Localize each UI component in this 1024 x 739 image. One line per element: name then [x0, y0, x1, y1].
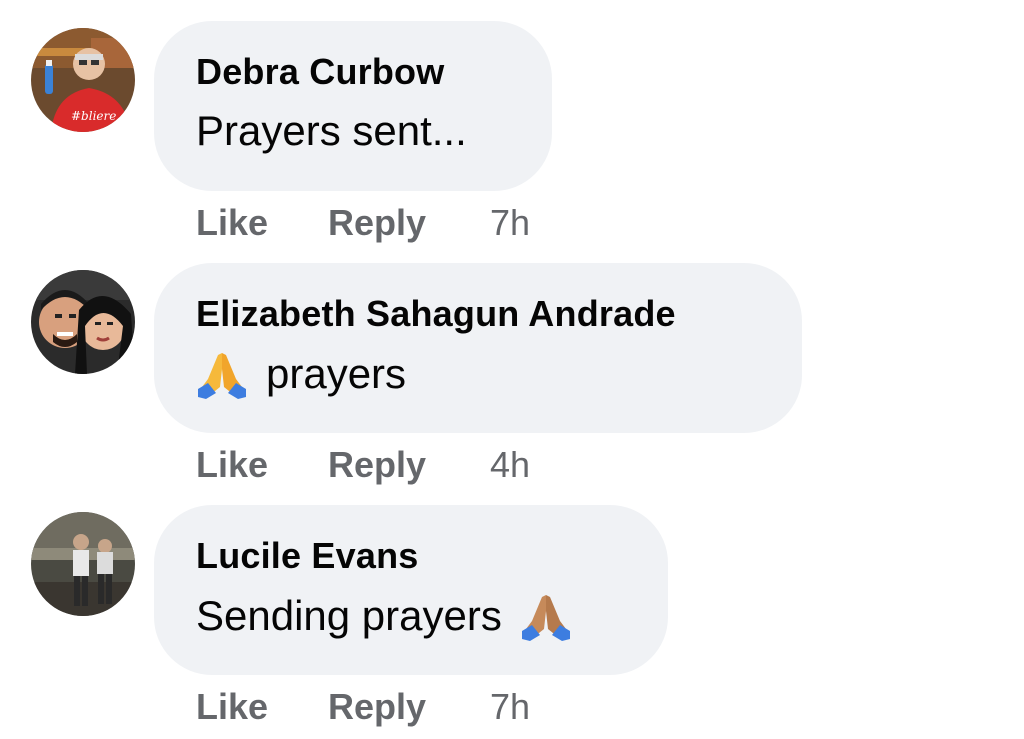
reply-button[interactable]: Reply — [328, 202, 426, 244]
avatar[interactable] — [31, 270, 135, 374]
like-button[interactable]: Like — [196, 444, 268, 486]
folded-hands-icon — [520, 591, 572, 641]
comment-bubble: Debra Curbow Prayers sent... — [154, 21, 552, 191]
comment-timestamp[interactable]: 7h — [490, 202, 530, 244]
comment-text-content: Sending prayers — [196, 592, 502, 639]
comment-text: prayers — [196, 349, 406, 399]
previous-comment-actions-cutoff — [372, 0, 432, 4]
comment-text-content: Prayers sent... — [196, 107, 467, 154]
avatar-photo — [31, 512, 135, 616]
comment-author[interactable]: Elizabeth Sahagun Andrade — [196, 293, 676, 335]
like-button[interactable]: Like — [196, 686, 268, 728]
comment-author[interactable]: Debra Curbow — [196, 51, 444, 93]
comment-timestamp[interactable]: 7h — [490, 686, 530, 728]
avatar-photo: #bliere — [31, 28, 135, 132]
comment-bubble: Elizabeth Sahagun Andrade prayers — [154, 263, 802, 433]
avatar[interactable] — [31, 512, 135, 616]
like-button[interactable]: Like — [196, 202, 268, 244]
comment-text: Sending prayers — [196, 591, 572, 641]
avatar[interactable]: #bliere — [31, 28, 135, 132]
avatar-photo — [31, 270, 135, 374]
comment-text: Prayers sent... — [196, 107, 467, 155]
reply-button[interactable]: Reply — [328, 444, 426, 486]
comment-bubble: Lucile Evans Sending prayers — [154, 505, 668, 675]
reply-button[interactable]: Reply — [328, 686, 426, 728]
comment-timestamp[interactable]: 4h — [490, 444, 530, 486]
comment-author[interactable]: Lucile Evans — [196, 535, 419, 577]
comment-feed: #bliere Debra Curbow Prayers sent... Lik… — [0, 0, 1024, 739]
folded-hands-icon — [196, 349, 248, 399]
comment-text-content: prayers — [266, 350, 407, 397]
svg-text:#bliere: #bliere — [71, 109, 116, 123]
